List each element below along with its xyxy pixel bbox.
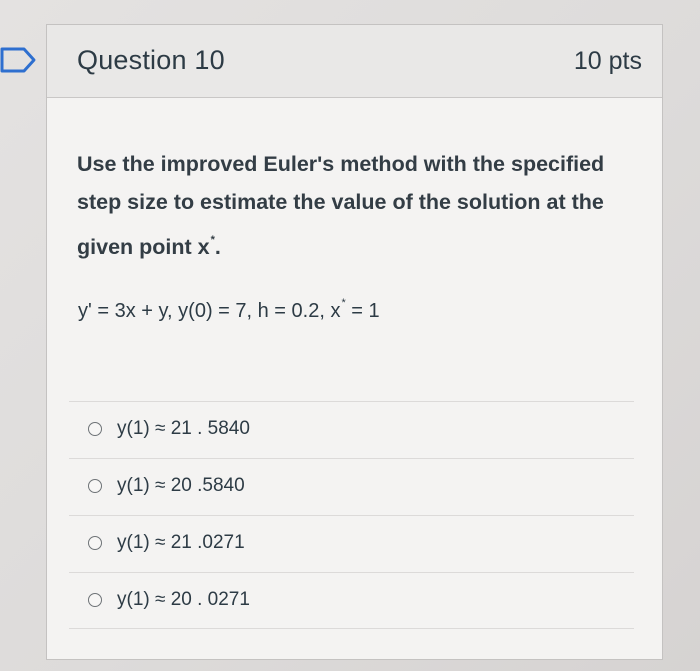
radio-button[interactable]: [88, 536, 102, 550]
question-equation: y' = 3x + y, y(0) = 7, h = 0.2, x* = 1: [78, 297, 380, 323]
answer-list: y(1) ≈ 21 . 5840 y(1) ≈ 20 .5840 y(1) ≈ …: [69, 401, 634, 629]
flag-question-icon[interactable]: [0, 46, 38, 74]
question-card: Question 10 10 pts Use the improved Eule…: [46, 24, 663, 660]
answer-option-1[interactable]: y(1) ≈ 21 . 5840: [69, 401, 634, 458]
answer-label[interactable]: y(1) ≈ 20 .5840: [117, 475, 245, 497]
radio-button[interactable]: [88, 422, 102, 436]
question-points: 10 pts: [573, 47, 642, 75]
answer-option-2[interactable]: y(1) ≈ 20 .5840: [69, 458, 634, 515]
prompt-period: .: [214, 235, 221, 259]
equation-main: y' = 3x + y, y(0) = 7, h = 0.2, x: [78, 300, 341, 322]
answer-label[interactable]: y(1) ≈ 20 . 0271: [117, 589, 250, 611]
answer-option-4[interactable]: y(1) ≈ 20 . 0271: [69, 572, 634, 629]
answer-label[interactable]: y(1) ≈ 21 . 5840: [117, 418, 250, 440]
radio-button[interactable]: [88, 593, 102, 607]
question-prompt: Use the improved Euler's method with the…: [77, 145, 637, 266]
answer-option-3[interactable]: y(1) ≈ 21 .0271: [69, 515, 634, 572]
question-header: Question 10 10 pts: [47, 25, 662, 98]
prompt-text: Use the improved Euler's method with the…: [77, 152, 605, 259]
equation-end: = 1: [345, 300, 380, 322]
question-title: Question 10: [77, 45, 225, 75]
radio-button[interactable]: [88, 479, 102, 493]
answer-label[interactable]: y(1) ≈ 21 .0271: [117, 532, 245, 554]
